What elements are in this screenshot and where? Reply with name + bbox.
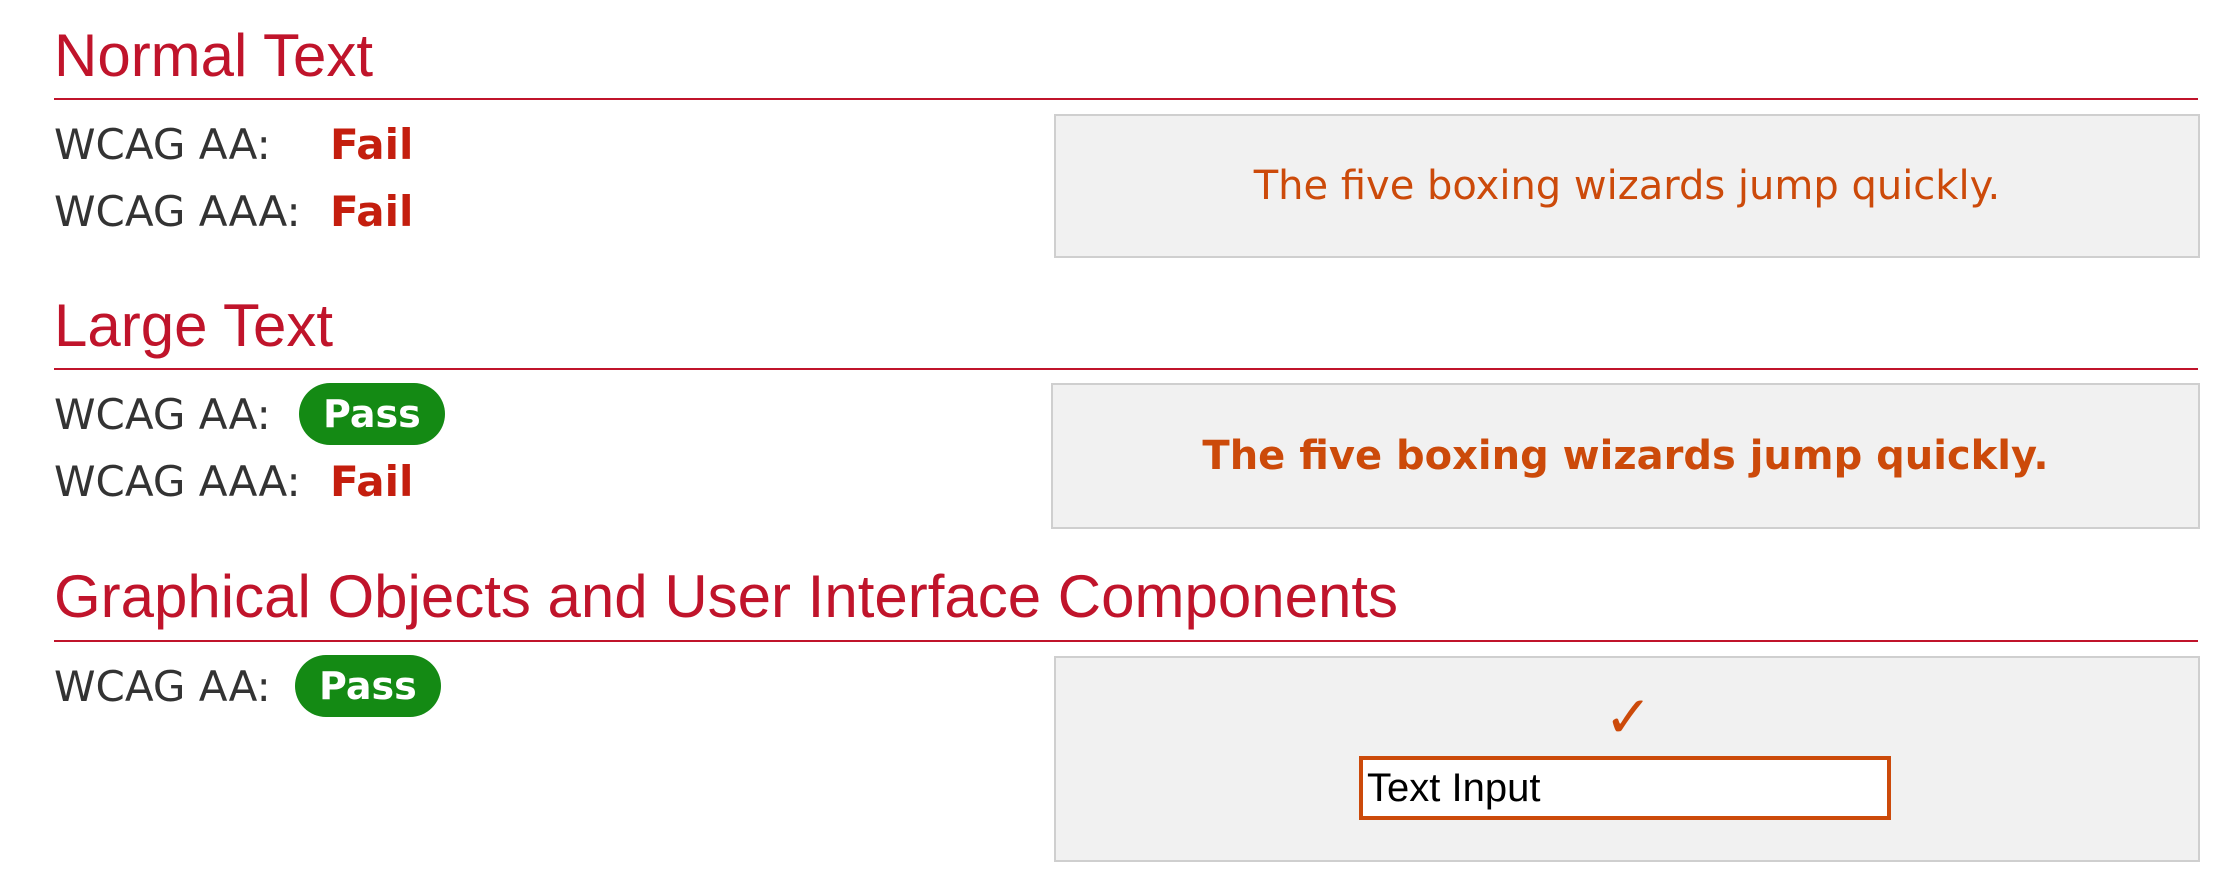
wcag-aaa-label: WCAG AAA:	[54, 187, 301, 236]
wcag-aa-result-fail: Fail	[330, 120, 414, 169]
section-heading-graphical-objects: Graphical Objects and User Interface Com…	[54, 563, 1398, 630]
section-divider	[54, 368, 2198, 370]
checkmark-icon: ✓	[1604, 683, 1653, 751]
sample-text-input[interactable]	[1359, 756, 1891, 820]
wcag-aa-result-pass-badge: Pass	[299, 383, 445, 445]
wcag-aaa-result-fail: Fail	[330, 457, 414, 506]
normal-text-sample-box: The five boxing wizards jump quickly.	[1054, 114, 2200, 258]
wcag-aa-result-pass-badge: Pass	[295, 655, 441, 717]
section-divider	[54, 98, 2198, 100]
wcag-aa-label: WCAG AA:	[54, 120, 271, 169]
large-text-sample-box: The five boxing wizards jump quickly.	[1051, 383, 2200, 529]
wcag-aaa-label: WCAG AAA:	[54, 457, 301, 506]
section-divider	[54, 640, 2198, 642]
normal-text-sample: The five boxing wizards jump quickly.	[1253, 163, 2001, 209]
section-heading-normal-text: Normal Text	[54, 22, 373, 89]
wcag-aaa-result-fail: Fail	[330, 187, 414, 236]
wcag-aa-label: WCAG AA:	[54, 662, 271, 711]
wcag-aa-label: WCAG AA:	[54, 390, 271, 439]
large-text-sample: The five boxing wizards jump quickly.	[1202, 433, 2049, 479]
section-heading-large-text: Large Text	[54, 292, 334, 359]
